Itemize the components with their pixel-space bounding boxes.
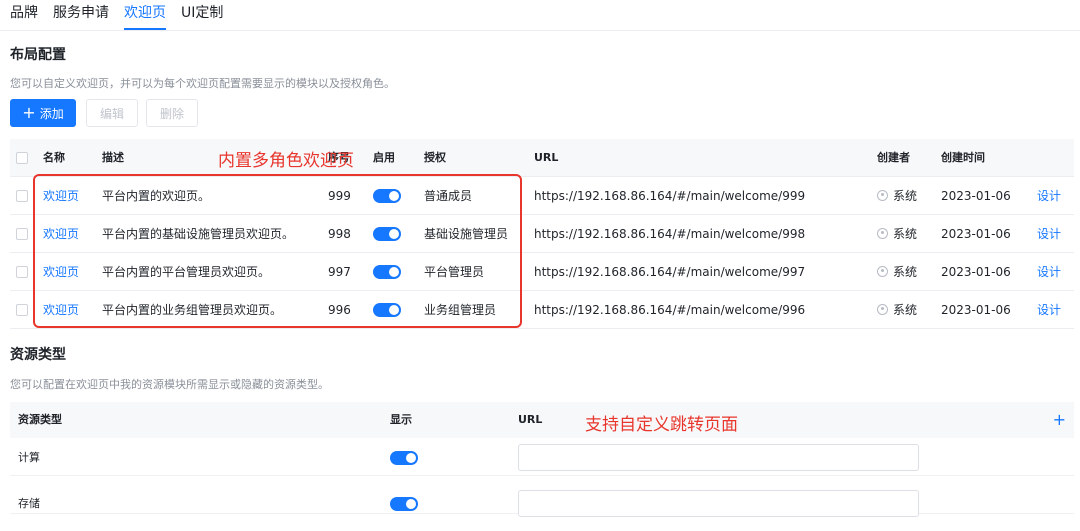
design-link[interactable]: 设计 bbox=[1037, 291, 1061, 329]
toggle-knob bbox=[389, 305, 399, 315]
tab-ui-custom[interactable]: UI定制 bbox=[181, 0, 223, 26]
resource-row: 计算 bbox=[10, 438, 1074, 476]
resource-table-header: 资源类型 显示 URL + bbox=[10, 402, 1074, 438]
row-name-link[interactable]: 欢迎页 bbox=[43, 215, 79, 253]
toggle-knob bbox=[389, 229, 399, 239]
row-creator-label: 系统 bbox=[893, 189, 918, 203]
row-creator: 系统 bbox=[877, 215, 917, 253]
row-name-link[interactable]: 欢迎页 bbox=[43, 291, 79, 329]
enabled-toggle[interactable] bbox=[373, 265, 401, 279]
column-header-name: 名称 bbox=[43, 151, 65, 164]
row-description: 平台内置的平台管理员欢迎页。 bbox=[102, 265, 271, 279]
add-button[interactable]: + 添加 bbox=[10, 99, 76, 127]
column-header-created: 创建时间 bbox=[941, 151, 985, 164]
tab-welcome-page[interactable]: 欢迎页 bbox=[124, 0, 166, 30]
row-description: 平台内置的欢迎页。 bbox=[102, 189, 211, 203]
design-link[interactable]: 设计 bbox=[1037, 215, 1061, 253]
row-role: 普通成员 bbox=[424, 189, 473, 203]
resource-url-input[interactable] bbox=[518, 444, 919, 471]
row-created: 2023-01-06 bbox=[941, 265, 1011, 279]
row-creator: 系统 bbox=[877, 291, 917, 329]
toggle-knob bbox=[389, 191, 399, 201]
column-header-url: URL bbox=[534, 151, 559, 164]
column-header-description: 描述 bbox=[102, 151, 124, 164]
layout-section-title: 布局配置 bbox=[10, 47, 66, 63]
row-role: 业务组管理员 bbox=[424, 303, 497, 317]
enabled-toggle[interactable] bbox=[373, 189, 401, 203]
table-row: 欢迎页 平台内置的业务组管理员欢迎页。 996 业务组管理员 https://1… bbox=[10, 291, 1074, 329]
row-order: 999 bbox=[328, 189, 351, 203]
row-creator-label: 系统 bbox=[893, 227, 918, 241]
column-header-display: 显示 bbox=[390, 413, 412, 426]
annotation-custom-url: 支持自定义跳转页面 bbox=[585, 415, 738, 435]
row-checkbox[interactable] bbox=[16, 228, 28, 240]
toggle-knob bbox=[406, 499, 416, 509]
enabled-toggle[interactable] bbox=[373, 303, 401, 317]
user-icon bbox=[877, 304, 888, 315]
table-row: 欢迎页 平台内置的基础设施管理员欢迎页。 998 基础设施管理员 https:/… bbox=[10, 215, 1074, 253]
resource-type-label: 计算 bbox=[18, 451, 40, 464]
welcome-page-table: 名称 描述 序号 启用 授权 URL 创建者 创建时间 欢迎页 平台内置的欢迎页… bbox=[10, 139, 1074, 332]
column-header-creator: 创建者 bbox=[877, 151, 910, 164]
row-creator-label: 系统 bbox=[893, 265, 918, 279]
annotation-multi-role: 内置多角色欢迎页 bbox=[218, 151, 354, 171]
row-url: https://192.168.86.164/#/main/welcome/99… bbox=[534, 303, 806, 317]
row-creator: 系统 bbox=[877, 177, 917, 215]
row-order: 998 bbox=[328, 227, 351, 241]
table-header: 名称 描述 序号 启用 授权 URL 创建者 创建时间 bbox=[10, 139, 1074, 177]
display-toggle[interactable] bbox=[390, 451, 418, 465]
user-icon bbox=[877, 266, 888, 277]
resource-url-input[interactable] bbox=[518, 490, 919, 517]
column-header-url: URL bbox=[518, 413, 543, 426]
resource-section-description: 您可以配置在欢迎页中我的资源模块所需显示或隐藏的资源类型。 bbox=[10, 378, 329, 391]
user-icon bbox=[877, 190, 888, 201]
tab-divider bbox=[0, 30, 1080, 31]
row-created: 2023-01-06 bbox=[941, 303, 1011, 317]
row-created: 2023-01-06 bbox=[941, 189, 1011, 203]
layout-section-description: 您可以自定义欢迎页，并可以为每个欢迎页配置需要显示的模块以及授权角色。 bbox=[10, 77, 395, 90]
tab-bar: 品牌 服务申请 欢迎页 UI定制 bbox=[10, 0, 223, 30]
edit-button[interactable]: 编辑 bbox=[86, 99, 138, 127]
display-toggle[interactable] bbox=[390, 497, 418, 511]
row-creator-label: 系统 bbox=[893, 303, 918, 317]
column-header-role: 授权 bbox=[424, 151, 446, 164]
row-description: 平台内置的业务组管理员欢迎页。 bbox=[102, 303, 283, 317]
add-resource-icon[interactable]: + bbox=[1053, 402, 1066, 438]
design-link[interactable]: 设计 bbox=[1037, 177, 1061, 215]
row-url: https://192.168.86.164/#/main/welcome/99… bbox=[534, 227, 806, 241]
toggle-knob bbox=[406, 453, 416, 463]
row-url: https://192.168.86.164/#/main/welcome/99… bbox=[534, 189, 806, 203]
row-role: 平台管理员 bbox=[424, 265, 485, 279]
select-all-checkbox[interactable] bbox=[16, 152, 28, 164]
column-header-enabled: 启用 bbox=[373, 151, 395, 164]
resource-row: 存储 bbox=[10, 476, 1074, 517]
design-link[interactable]: 设计 bbox=[1037, 253, 1061, 291]
row-name-link[interactable]: 欢迎页 bbox=[43, 253, 79, 291]
plus-icon: + bbox=[22, 103, 36, 122]
table-row: 欢迎页 平台内置的欢迎页。 999 普通成员 https://192.168.8… bbox=[10, 177, 1074, 215]
row-checkbox[interactable] bbox=[16, 190, 28, 202]
row-created: 2023-01-06 bbox=[941, 227, 1011, 241]
row-url: https://192.168.86.164/#/main/welcome/99… bbox=[534, 265, 806, 279]
row-order: 997 bbox=[328, 265, 351, 279]
resource-type-label: 存储 bbox=[18, 497, 40, 510]
delete-button[interactable]: 删除 bbox=[146, 99, 198, 127]
row-checkbox[interactable] bbox=[16, 266, 28, 278]
resource-section-title: 资源类型 bbox=[10, 347, 66, 363]
toggle-knob bbox=[389, 267, 399, 277]
table-row: 欢迎页 平台内置的平台管理员欢迎页。 997 平台管理员 https://192… bbox=[10, 253, 1074, 291]
row-checkbox[interactable] bbox=[16, 304, 28, 316]
row-order: 996 bbox=[328, 303, 351, 317]
add-button-label: 添加 bbox=[39, 106, 64, 121]
row-description: 平台内置的基础设施管理员欢迎页。 bbox=[102, 227, 295, 241]
row-name-link[interactable]: 欢迎页 bbox=[43, 177, 79, 215]
tab-service-request[interactable]: 服务申请 bbox=[53, 0, 109, 26]
tab-brand[interactable]: 品牌 bbox=[10, 0, 38, 26]
row-role: 基础设施管理员 bbox=[424, 227, 509, 241]
enabled-toggle[interactable] bbox=[373, 227, 401, 241]
user-icon bbox=[877, 228, 888, 239]
column-header-resource-type: 资源类型 bbox=[18, 413, 62, 426]
row-creator: 系统 bbox=[877, 253, 917, 291]
